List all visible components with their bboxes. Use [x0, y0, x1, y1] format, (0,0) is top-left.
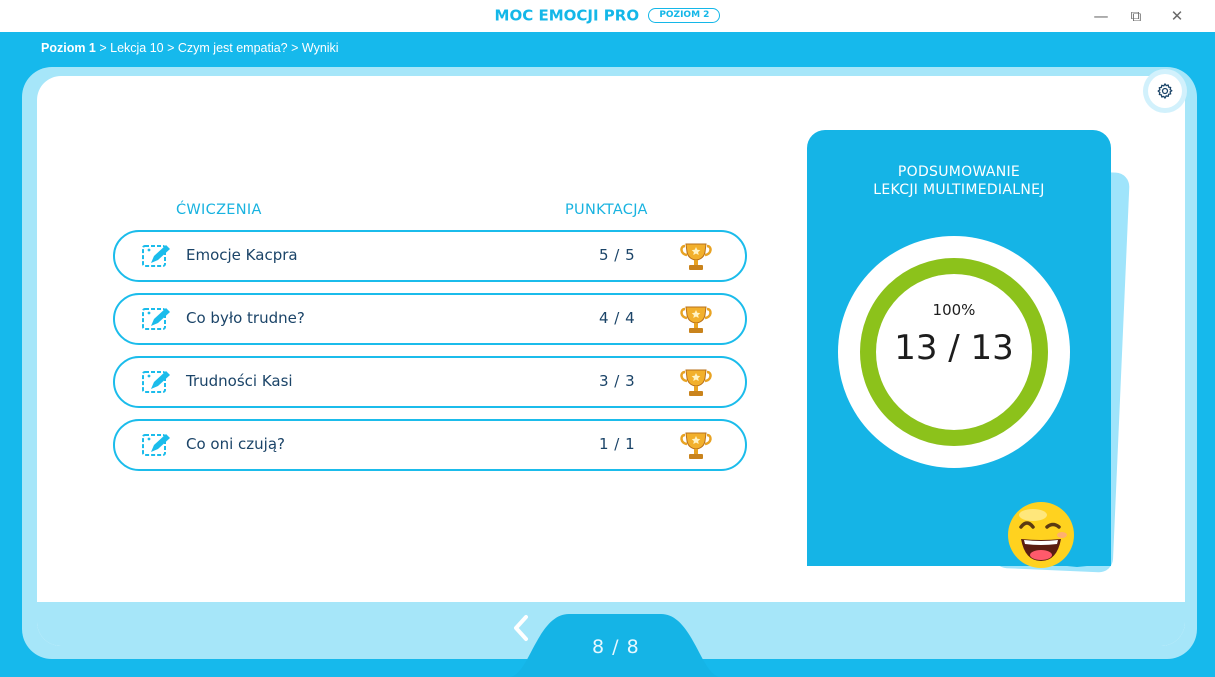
trophy-icon [680, 432, 712, 459]
exercise-row[interactable]: Co było trudne? 4 / 4 [113, 293, 747, 345]
breadcrumb-level-link[interactable]: Poziom 1 [41, 41, 96, 55]
edit-task-icon [142, 434, 170, 456]
trophy-icon [680, 369, 712, 396]
exercise-name: Trudności Kasi [186, 372, 293, 390]
winking-emoji-icon [1008, 502, 1074, 568]
exercise-score: 1 / 1 [599, 435, 636, 453]
exercise-name: Emocje Kacpra [186, 246, 298, 264]
breadcrumb-path: > Lekcja 10 > Czym jest empatia? > Wynik… [95, 41, 339, 55]
app-title: MOC EMOCJI PRO [494, 6, 640, 25]
breadcrumb: Poziom 1 > Lekcja 10 > Czym jest empatia… [41, 41, 339, 55]
summary-title-line1: PODSUMOWANIE [897, 164, 1021, 180]
level-badge: POZIOM 2 [648, 8, 721, 23]
edit-task-icon [142, 308, 170, 330]
settings-button[interactable] [1143, 69, 1187, 113]
edit-task-icon [142, 371, 170, 393]
exercise-name: Co oni czują? [186, 435, 285, 453]
summary-percent: 100% [932, 301, 976, 319]
title-bar: MOC EMOCJI PRO POZIOM 2 — ⧉ ✕ [0, 0, 1215, 32]
edit-task-icon [142, 245, 170, 267]
trophy-icon [680, 306, 712, 333]
exercise-score: 4 / 4 [599, 309, 636, 327]
column-header-exercises: ĆWICZENIA [176, 202, 262, 218]
exercise-row[interactable]: Trudności Kasi 3 / 3 [113, 356, 747, 408]
chevron-left-icon[interactable] [509, 614, 533, 642]
summary-title-line2: LEKCJI MULTIMEDIALNEJ [873, 182, 1045, 198]
column-header-score: PUNKTACJA [565, 202, 648, 218]
trophy-icon [680, 243, 712, 270]
summary-ratio: 13 / 13 [894, 328, 1014, 368]
restore-button[interactable]: ⧉ [1122, 4, 1150, 28]
app-title-group: MOC EMOCJI PRO POZIOM 2 [0, 6, 1215, 25]
exercise-score: 3 / 3 [599, 372, 636, 390]
pager: 8 / 8 [509, 614, 721, 677]
close-button[interactable]: ✕ [1163, 4, 1191, 28]
summary-title: PODSUMOWANIE LEKCJI MULTIMEDIALNEJ [807, 163, 1111, 199]
exercise-row[interactable]: Emocje Kacpra 5 / 5 [113, 230, 747, 282]
exercise-name: Co było trudne? [186, 309, 305, 327]
exercise-score: 5 / 5 [599, 246, 636, 264]
exercise-row[interactable]: Co oni czują? 1 / 1 [113, 419, 747, 471]
page-counter: 8 / 8 [592, 636, 640, 658]
minimize-button[interactable]: — [1087, 4, 1115, 28]
settings-gear-icon [1157, 83, 1173, 99]
